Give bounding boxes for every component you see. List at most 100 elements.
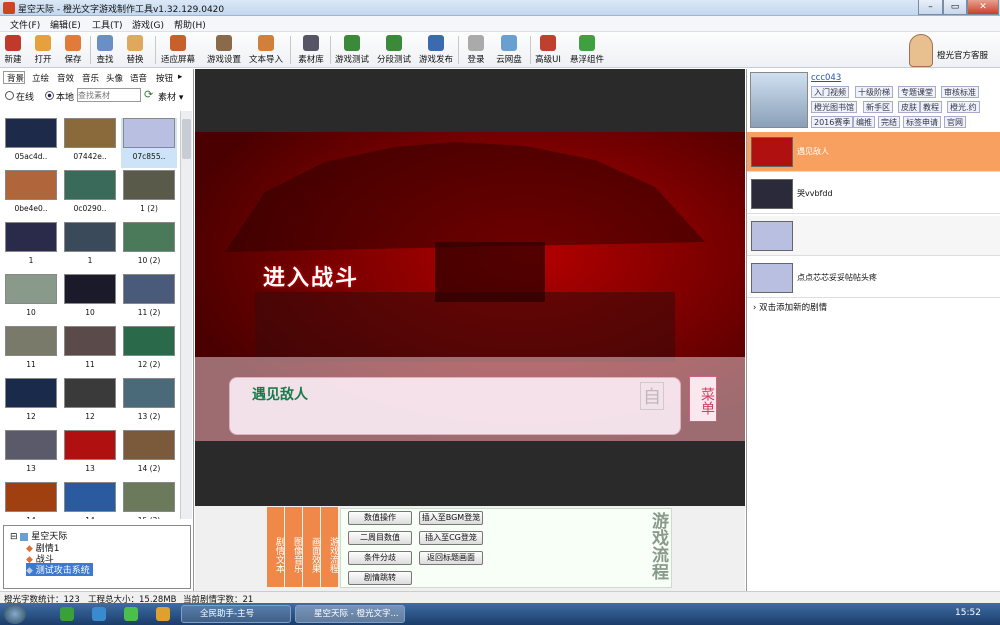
plot-jump-button[interactable]: 剧情跳转 bbox=[348, 571, 412, 585]
tab-4[interactable]: 头像 bbox=[104, 71, 125, 85]
thumbnail-item[interactable]: 15 (2) bbox=[121, 482, 177, 519]
toolbar-button-5[interactable]: 适应屏幕 bbox=[158, 34, 198, 66]
task-editor[interactable]: 星空天际 - 橙光文字... bbox=[295, 605, 405, 623]
thumbnail-item[interactable]: 13 (2) bbox=[121, 378, 177, 428]
thumbnail-item[interactable]: 12 (2) bbox=[121, 326, 177, 376]
help-tag[interactable]: 入门视频 bbox=[811, 86, 849, 98]
help-tag[interactable]: 专题课堂 bbox=[898, 86, 936, 98]
refresh-icon[interactable]: ⟳ bbox=[144, 88, 153, 101]
help-tag[interactable]: 2016赛季 bbox=[811, 116, 854, 128]
toolbar-button-4[interactable]: 替换 bbox=[122, 34, 148, 66]
help-tag[interactable]: 橙光图书馆 bbox=[811, 101, 857, 113]
taskbar-app-icon[interactable] bbox=[124, 607, 138, 621]
tab-image-music[interactable]: 图像音乐 bbox=[285, 507, 302, 587]
material-dropdown[interactable]: 素材 ▾ bbox=[158, 90, 183, 103]
toolbar-button-1[interactable]: 打开 bbox=[30, 34, 56, 66]
toolbar-button-14[interactable]: 高级UI bbox=[533, 34, 563, 66]
start-button[interactable] bbox=[4, 604, 26, 624]
tab-more-icon[interactable]: ▸ bbox=[176, 71, 184, 83]
add-plot-label[interactable]: › 双击添加新的剧情 bbox=[753, 301, 827, 313]
toolbar-button-0[interactable]: 新建 bbox=[2, 34, 24, 66]
tab-plot-text[interactable]: 剧情文本 bbox=[267, 507, 284, 587]
tab-screen-effect[interactable]: 画面效果 bbox=[303, 507, 320, 587]
thumbnail-item[interactable]: 10 bbox=[62, 274, 118, 324]
thumbnail-item[interactable]: 14 bbox=[62, 482, 118, 519]
toolbar-button-9[interactable]: 游戏测试 bbox=[334, 34, 370, 66]
insert-cg-button[interactable]: 插入至CG登笼 bbox=[419, 531, 483, 545]
official-support[interactable]: 橙光官方客服 bbox=[905, 34, 997, 68]
help-tag[interactable]: 十级阶梯 bbox=[855, 86, 893, 98]
username-link[interactable]: ccc043 bbox=[811, 73, 841, 83]
search-input[interactable] bbox=[77, 88, 141, 102]
thumbnail-item[interactable]: 1 bbox=[62, 222, 118, 272]
help-tag[interactable]: 皮肤 bbox=[898, 101, 920, 113]
plot-row[interactable]: 遇见敌人 bbox=[747, 132, 1000, 172]
thumbnail-item[interactable]: 14 bbox=[3, 482, 59, 519]
thumbnail-item[interactable]: 0be4e0.. bbox=[3, 170, 59, 220]
help-tag[interactable]: 编推 bbox=[853, 116, 875, 128]
toolbar-button-7[interactable]: 文本导入 bbox=[246, 34, 286, 66]
menu-button[interactable]: 菜单 bbox=[689, 376, 717, 422]
user-avatar[interactable] bbox=[750, 72, 808, 128]
thumbnail-item[interactable]: 11 bbox=[3, 326, 59, 376]
radio-online[interactable] bbox=[5, 91, 14, 100]
maximize-button[interactable]: ▭ bbox=[943, 0, 967, 15]
auto-button[interactable]: 自 bbox=[640, 382, 664, 410]
thumbnail-item[interactable]: 14 (2) bbox=[121, 430, 177, 480]
help-tag[interactable]: 教程 bbox=[920, 101, 942, 113]
second-round-value-button[interactable]: 二周目数值 bbox=[348, 531, 412, 545]
toolbar-button-2[interactable]: 保存 bbox=[60, 34, 86, 66]
thumbnail-item[interactable]: 10 (2) bbox=[121, 222, 177, 272]
plot-row[interactable]: 点点芯芯妥妥帖帖头疼 bbox=[747, 258, 1000, 298]
toolbar-button-8[interactable]: 素材库 bbox=[296, 34, 326, 66]
close-button[interactable]: ✕ bbox=[967, 0, 999, 15]
toolbar-button-13[interactable]: 云网盘 bbox=[494, 34, 524, 66]
plot-row[interactable]: 哭vvbfdd bbox=[747, 174, 1000, 214]
thumbnail-item[interactable]: 11 (2) bbox=[121, 274, 177, 324]
minimize-button[interactable]: – bbox=[918, 0, 943, 15]
return-title-button[interactable]: 返回标题画面 bbox=[419, 551, 483, 565]
toolbar-button-15[interactable]: 悬浮组件 bbox=[568, 34, 606, 66]
tab-3[interactable]: 音乐 bbox=[80, 71, 101, 85]
menu-game[interactable]: 游戏(G) bbox=[132, 18, 164, 31]
help-tag[interactable]: 官网 bbox=[944, 116, 966, 128]
thumbnail-item[interactable]: 10 bbox=[3, 274, 59, 324]
task-helper[interactable]: 全民助手-主号 bbox=[181, 605, 291, 623]
toolbar-button-6[interactable]: 游戏设置 bbox=[204, 34, 244, 66]
help-tag[interactable]: 新手区 bbox=[863, 101, 893, 113]
menu-edit[interactable]: 编辑(E) bbox=[50, 18, 81, 31]
toolbar-button-10[interactable]: 分段测试 bbox=[376, 34, 412, 66]
menu-tools[interactable]: 工具(T) bbox=[92, 18, 123, 31]
tree-item-selected[interactable]: ◆ 测试攻击系统 bbox=[26, 563, 93, 576]
help-tag[interactable]: 标签申请 bbox=[903, 116, 941, 128]
menu-help[interactable]: 帮助(H) bbox=[174, 18, 206, 31]
thumbnail-item[interactable]: 12 bbox=[62, 378, 118, 428]
help-tag[interactable]: 完结 bbox=[878, 116, 900, 128]
tab-1[interactable]: 立绘 bbox=[30, 71, 51, 85]
thumbnail-item[interactable]: 0c0290.. bbox=[62, 170, 118, 220]
tab-game-flow[interactable]: 游戏流程 bbox=[321, 507, 338, 587]
condition-branch-button[interactable]: 条件分歧 bbox=[348, 551, 412, 565]
scrollbar-thumb[interactable] bbox=[182, 119, 191, 159]
thumbnail-item[interactable]: 13 bbox=[3, 430, 59, 480]
tab-6[interactable]: 按钮 bbox=[154, 71, 175, 85]
insert-bgm-button[interactable]: 插入至BGM登笼 bbox=[419, 511, 483, 525]
thumbnail-item[interactable]: 12 bbox=[3, 378, 59, 428]
thumbnail-item[interactable]: 1 bbox=[3, 222, 59, 272]
thumbnail-item[interactable]: 13 bbox=[62, 430, 118, 480]
help-tag[interactable]: 审核标准 bbox=[941, 86, 979, 98]
taskbar-app-icon[interactable] bbox=[60, 607, 74, 621]
thumbnail-item[interactable]: 07c855.. bbox=[121, 118, 177, 168]
taskbar-app-icon[interactable] bbox=[156, 607, 170, 621]
thumbnail-item[interactable]: 11 bbox=[62, 326, 118, 376]
thumbnail-item[interactable]: 07442e.. bbox=[62, 118, 118, 168]
thumbnail-item[interactable]: 1 (2) bbox=[121, 170, 177, 220]
taskbar-app-icon[interactable] bbox=[92, 607, 106, 621]
toolbar-button-11[interactable]: 游戏发布 bbox=[418, 34, 454, 66]
tab-5[interactable]: 语音 bbox=[128, 71, 149, 85]
toolbar-button-3[interactable]: 查找 bbox=[92, 34, 118, 66]
toolbar-button-12[interactable]: 登录 bbox=[464, 34, 488, 66]
thumbnail-item[interactable]: 05ac4d.. bbox=[3, 118, 59, 168]
help-tag[interactable]: 橙光.约 bbox=[947, 101, 980, 113]
tab-0[interactable]: 背景 bbox=[5, 71, 26, 85]
